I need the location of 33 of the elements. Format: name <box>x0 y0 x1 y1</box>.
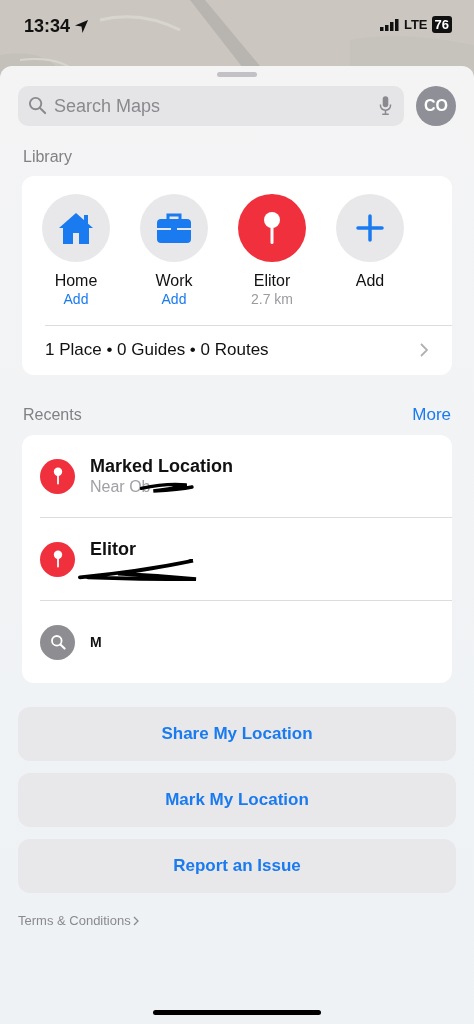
sheet-handle[interactable] <box>217 72 257 77</box>
favorite-label: Home <box>54 272 98 290</box>
recent-title[interactable]: M <box>90 634 102 650</box>
action-button[interactable]: Share My Location <box>18 707 456 761</box>
favorite-label: Add <box>355 272 385 290</box>
favorite-label: Elitor <box>253 272 291 290</box>
status-time: 13:34 <box>24 16 71 37</box>
search-field[interactable]: Search Maps <box>18 86 404 126</box>
avatar-button[interactable]: CO <box>416 86 456 126</box>
network-label: LTE <box>403 17 428 32</box>
battery-level: 76 <box>431 16 452 33</box>
add-link[interactable]: Add <box>161 291 187 307</box>
library-summary[interactable]: 1 Place • 0 Guides • 0 Routes <box>45 340 269 360</box>
distance-label: 2.7 km <box>251 291 293 307</box>
favorite-label: Work <box>155 272 193 290</box>
add-link[interactable]: Add <box>63 291 89 307</box>
recent-title[interactable]: Elitor <box>90 538 198 560</box>
more-link[interactable]: More <box>412 405 451 425</box>
action-button[interactable]: Mark My Location <box>18 773 456 827</box>
terms-link[interactable]: Terms & Conditions <box>18 913 131 928</box>
signal-icon <box>379 18 400 31</box>
chevron-icon <box>132 915 139 926</box>
section-title: Recents <box>23 406 82 424</box>
chevron-icon <box>420 343 428 357</box>
location-arrow-icon <box>74 19 90 34</box>
search-icon <box>40 624 75 660</box>
section-title: Library <box>23 148 72 166</box>
search-icon <box>28 96 47 115</box>
microphone-icon[interactable] <box>379 95 392 116</box>
recent-title[interactable]: Marked Location <box>90 455 234 477</box>
action-button[interactable]: Report an Issue <box>18 839 456 893</box>
pin-icon <box>40 541 75 577</box>
pin-icon <box>40 458 75 494</box>
